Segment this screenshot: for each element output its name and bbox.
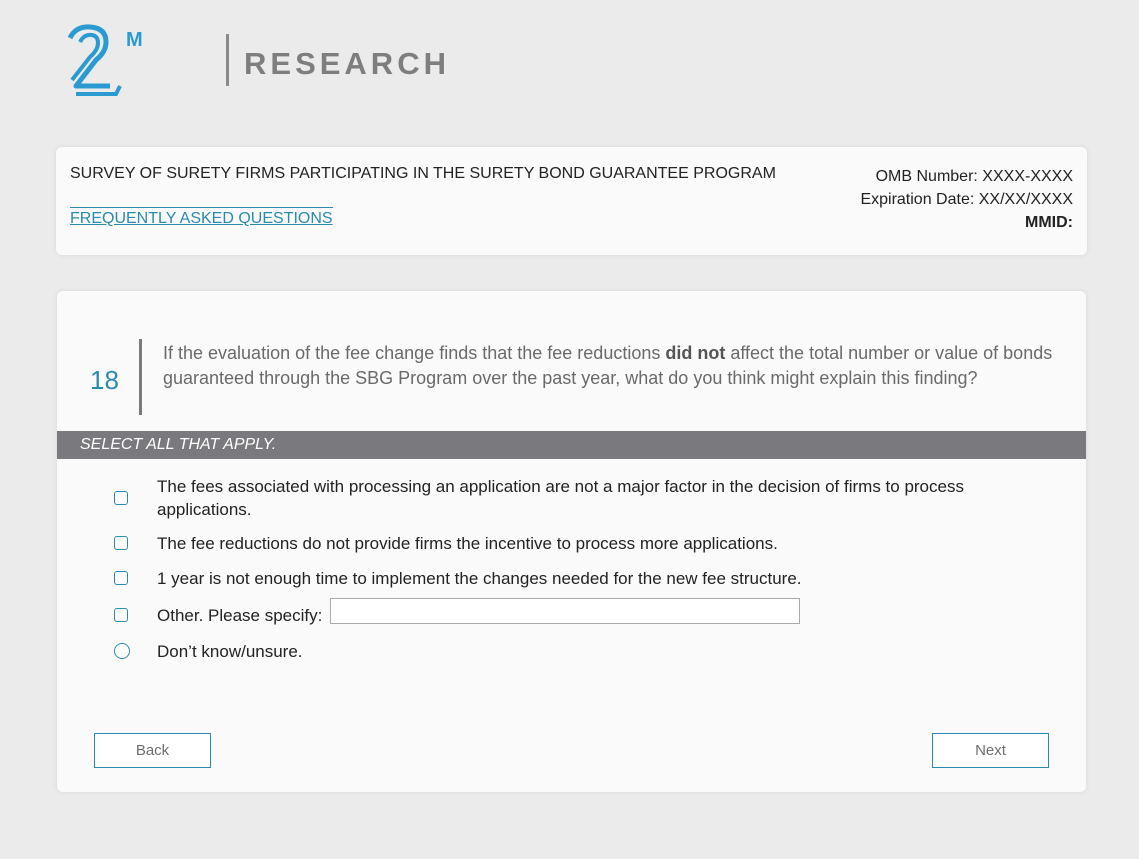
checkbox[interactable] [114, 491, 128, 505]
checkbox[interactable] [114, 536, 128, 550]
survey-header-card: SURVEY OF SURETY FIRMS PARTICIPATING IN … [56, 147, 1087, 255]
svg-text:M: M [126, 29, 143, 51]
mmid-label: MMID: [1025, 214, 1073, 231]
option-label: The fees associated with processing an a… [157, 477, 964, 519]
logo-mark-icon: M [66, 24, 146, 96]
question-divider [139, 339, 142, 415]
back-button[interactable]: Back [94, 733, 211, 768]
instruction-bar: SELECT ALL THAT APPLY. [57, 431, 1086, 459]
omb-number: OMB Number: XXXX-XXXX [875, 168, 1073, 185]
next-button[interactable]: Next [932, 733, 1049, 768]
checkbox[interactable] [114, 608, 128, 622]
instruction-text: SELECT ALL THAT APPLY. [80, 436, 277, 453]
other-specify-input[interactable] [330, 598, 800, 624]
logo-divider [226, 34, 229, 86]
question-card: 18 If the evaluation of the fee change f… [57, 291, 1086, 792]
radio-button[interactable] [114, 643, 130, 659]
option-label: 1 year is not enough time to implement t… [157, 569, 802, 588]
option-label: The fee reductions do not provide firms … [157, 534, 778, 553]
question-text-part: If the evaluation of the fee change find… [163, 343, 666, 363]
survey-meta: OMB Number: XXXX-XXXX Expiration Date: X… [860, 165, 1073, 234]
faq-link[interactable]: FREQUENTLY ASKED QUESTIONS [70, 207, 333, 228]
logo-text: RESEARCH [244, 46, 450, 81]
survey-title: SURVEY OF SURETY FIRMS PARTICIPATING IN … [70, 165, 776, 182]
question-text-emphasis: did not [665, 343, 726, 363]
expiration-date: Expiration Date: XX/XX/XXXX [860, 191, 1073, 208]
question-text: If the evaluation of the fee change find… [163, 341, 1063, 391]
option-label: Don’t know/unsure. [157, 642, 303, 661]
logo: M RESEARCH [66, 24, 446, 96]
checkbox[interactable] [114, 571, 128, 585]
question-number: 18 [90, 365, 119, 395]
